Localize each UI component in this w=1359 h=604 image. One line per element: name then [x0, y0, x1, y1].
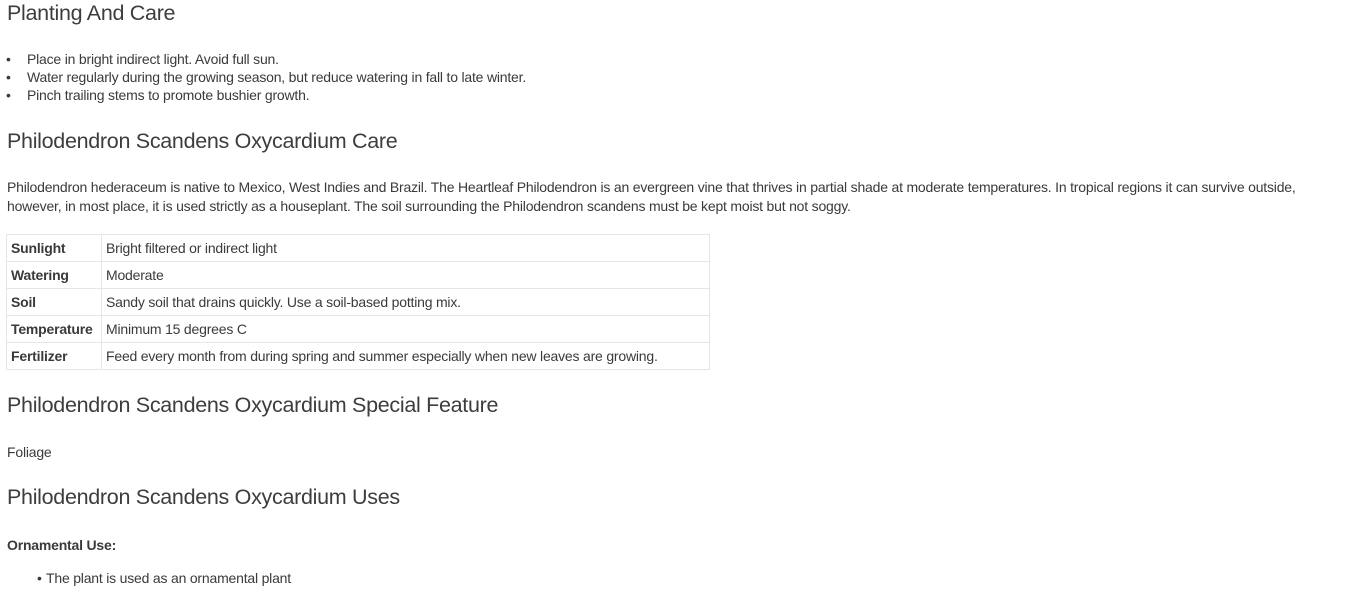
list-item: Pinch trailing stems to promote bushier … — [6, 86, 526, 104]
row-value: Moderate — [101, 261, 710, 289]
table-row: Soil Sandy soil that drains quickly. Use … — [6, 288, 710, 316]
heading-special-feature: Philodendron Scandens Oxycardium Special… — [7, 393, 499, 417]
care-table: Sunlight Bright filtered or indirect ligh… — [6, 234, 710, 370]
list-item: The plant is used as an ornamental plant — [37, 569, 291, 587]
row-value: Sandy soil that drains quickly. Use a so… — [101, 288, 710, 316]
heading-planting-and-care: Planting And Care — [7, 1, 176, 25]
list-item: Place in bright indirect light. Avoid fu… — [6, 50, 526, 68]
row-label: Fertilizer — [6, 342, 102, 370]
table-row: Sunlight Bright filtered or indirect ligh… — [6, 234, 710, 262]
row-label: Soil — [6, 288, 102, 316]
table-row: Temperature Minimum 15 degrees C — [6, 315, 710, 343]
heading-care: Philodendron Scandens Oxycardium Care — [7, 129, 398, 153]
planting-list: Place in bright indirect light. Avoid fu… — [6, 50, 526, 104]
row-value: Feed every month from during spring and … — [101, 342, 710, 370]
row-value: Bright filtered or indirect light — [101, 234, 710, 262]
uses-list: The plant is used as an ornamental plant — [37, 569, 291, 587]
list-item: Water regularly during the growing seaso… — [6, 68, 526, 86]
uses-subheading: Ornamental Use: — [7, 537, 117, 553]
care-paragraph: Philodendron hederaceum is native to Mex… — [7, 179, 1296, 214]
row-value: Minimum 15 degrees C — [101, 315, 710, 343]
row-label: Watering — [6, 261, 102, 289]
table-row: Watering Moderate — [6, 261, 710, 289]
heading-uses: Philodendron Scandens Oxycardium Uses — [7, 485, 400, 509]
row-label: Temperature — [6, 315, 102, 343]
row-label: Sunlight — [6, 234, 102, 262]
table-row: Fertilizer Feed every month from during s… — [6, 342, 710, 370]
special-feature-text: Foliage — [7, 444, 52, 460]
